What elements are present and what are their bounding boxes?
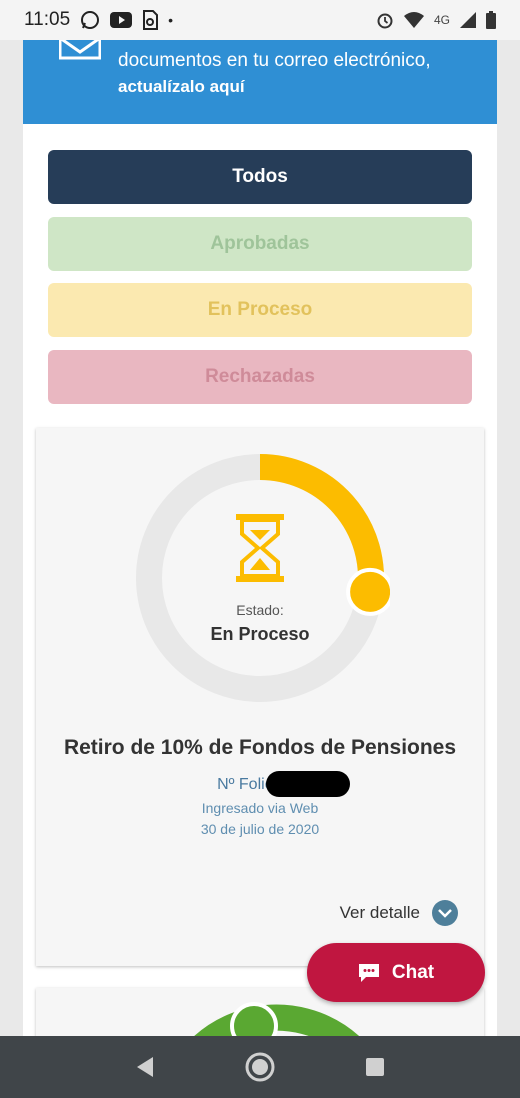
network-type: 4G xyxy=(433,13,450,27)
chat-icon xyxy=(358,963,379,982)
battery-icon xyxy=(486,11,496,29)
progress-ring xyxy=(136,454,390,702)
sim-update-icon xyxy=(143,10,159,30)
banner-line: documentos en tu correo electrónico, xyxy=(118,50,431,71)
status-bar: 11:05 • 4G xyxy=(0,0,520,40)
status-value: En Proceso xyxy=(210,624,310,644)
filter-rejected-button[interactable]: Rechazadas xyxy=(48,349,472,404)
submission-date: 30 de julio de 2020 xyxy=(200,821,320,837)
whatsapp-icon xyxy=(81,11,100,29)
back-icon xyxy=(136,1057,153,1077)
back-button[interactable] xyxy=(135,1056,155,1078)
hourglass-icon xyxy=(236,514,284,582)
request-title: Retiro de 10% de Fondos de Pensiones xyxy=(63,736,457,759)
youtube-icon xyxy=(110,12,133,28)
banner-text: documentos en tu correo electrónico, act… xyxy=(118,48,431,100)
dot-icon: • xyxy=(168,12,174,28)
home-icon xyxy=(245,1052,275,1082)
status-label: Estado: xyxy=(236,602,284,618)
wifi-icon xyxy=(403,12,424,28)
status-time: 11:05 xyxy=(24,9,71,30)
email-update-banner[interactable]: documentos en tu correo electrónico, act… xyxy=(23,40,497,124)
status-filters: Todos Aprobadas En Proceso Rechazadas xyxy=(48,150,472,416)
system-navigation-bar xyxy=(0,1036,520,1098)
submission-channel: Ingresado via Web xyxy=(201,800,319,816)
chevron-down-icon xyxy=(432,900,458,926)
home-button[interactable] xyxy=(244,1051,276,1083)
banner-update-link[interactable]: actualízalo aquí xyxy=(118,74,431,100)
request-card: Estado: En Proceso Retiro de 10% de Fond… xyxy=(36,428,484,966)
page-content: documentos en tu correo electrónico, act… xyxy=(23,40,497,1036)
recents-icon xyxy=(366,1058,385,1076)
filter-in-process-button[interactable]: En Proceso xyxy=(48,283,472,337)
alarm-icon xyxy=(377,13,393,29)
chat-label: Chat xyxy=(391,961,435,983)
filter-all-button[interactable]: Todos xyxy=(48,150,472,204)
signal-icon xyxy=(460,12,476,28)
folio-number: Nº Folio: R5 xyxy=(217,776,303,793)
redaction-mark xyxy=(266,771,350,797)
filter-approved-button[interactable]: Aprobadas xyxy=(48,216,472,271)
mail-icon xyxy=(59,40,101,60)
chat-button[interactable]: Chat xyxy=(307,943,485,1002)
view-detail-label: Ver detalle xyxy=(339,903,420,922)
view-detail-button[interactable]: Ver detalle xyxy=(340,900,458,926)
recents-button[interactable] xyxy=(365,1057,385,1077)
